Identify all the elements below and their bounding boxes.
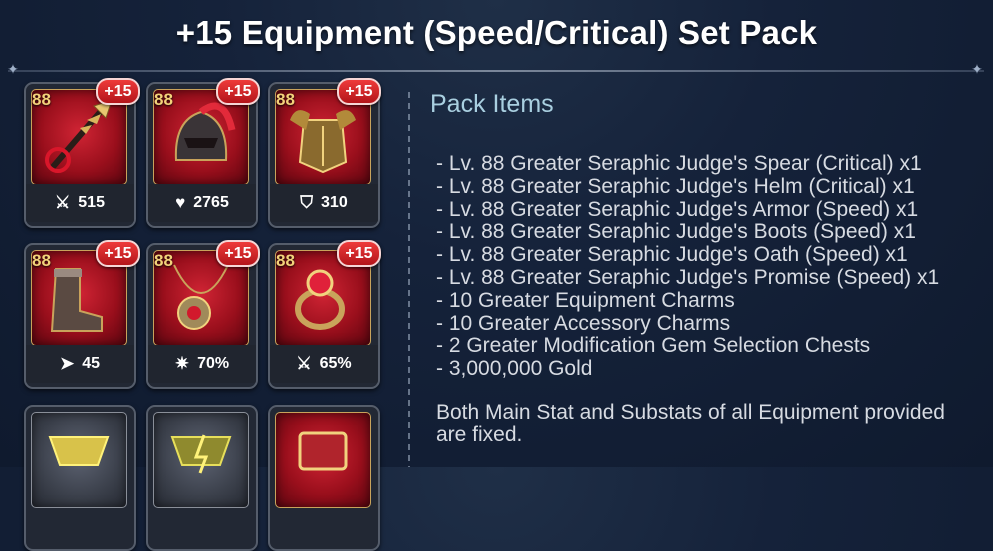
equipment-charm-icon <box>31 412 127 508</box>
speed-arrow-icon: ➤ <box>59 354 75 373</box>
item-level: 88 <box>154 90 173 109</box>
critical-burst-icon: ✷ <box>174 354 190 373</box>
header-divider <box>8 70 984 72</box>
upgrade-badge: +15 <box>96 240 140 267</box>
accessory-charm-card[interactable] <box>146 405 258 551</box>
item-level: 88 <box>32 251 51 270</box>
heart-icon: ♥ <box>175 193 186 212</box>
item-level: 88 <box>276 90 295 109</box>
item-stat: ⛉ 310 <box>270 184 378 222</box>
upgrade-badge: +15 <box>216 78 260 105</box>
upgrade-badge: +15 <box>96 78 140 105</box>
item-stat: ♥ 2765 <box>148 184 256 222</box>
list-item: - 3,000,000 Gold <box>436 357 593 381</box>
item-stat: ⚔ 65% <box>270 345 378 383</box>
list-item: - 10 Greater Accessory Charms <box>436 311 731 335</box>
pack-note: Both Main Stat and Substats of all Equip… <box>436 401 945 446</box>
item-stat: ✷ 70% <box>148 345 256 383</box>
list-item: - 2 Greater Modification Gem Selection C… <box>436 334 871 358</box>
list-item: - Lv. 88 Greater Seraphic Judge's Spear … <box>436 152 922 175</box>
item-level: 88 <box>154 251 173 270</box>
list-item: - Lv. 88 Greater Seraphic Judge's Oath (… <box>436 243 908 267</box>
item-stat: ➤ 45 <box>26 345 134 383</box>
shield-icon: ⛉ <box>300 193 314 212</box>
stat-value: 65% <box>319 355 352 372</box>
upgrade-badge: +15 <box>216 240 260 267</box>
item-level: 88 <box>32 90 51 109</box>
upgrade-badge: +15 <box>337 78 381 105</box>
divider-star-icon: ✦ <box>971 62 983 78</box>
list-item: - Lv. 88 Greater Seraphic Judge's Promis… <box>436 265 940 289</box>
gem-chest-card[interactable] <box>268 405 380 551</box>
pack-items-list: - Lv. 88 Greater Seraphic Judge's Spear … <box>436 152 940 381</box>
chest-icon <box>275 412 371 508</box>
equipment-charm-card[interactable] <box>24 405 136 551</box>
stat-value: 70% <box>197 355 230 372</box>
stat-value: 45 <box>82 355 101 372</box>
list-item: - 10 Greater Equipment Charms <box>436 288 735 312</box>
list-item: - Lv. 88 Greater Seraphic Judge's Helm (… <box>436 174 915 198</box>
stat-value: 310 <box>321 194 348 211</box>
item-stat: ⚔ 515 <box>26 184 134 222</box>
sword-icon: ⚔ <box>55 193 71 212</box>
page-title: +15 Equipment (Speed/Critical) Set Pack <box>175 14 818 51</box>
stat-value: 515 <box>78 194 105 211</box>
list-item: - Lv. 88 Greater Seraphic Judge's Armor … <box>436 197 919 221</box>
accessory-charm-icon <box>153 412 249 508</box>
item-level: 88 <box>276 251 295 270</box>
list-item: - Lv. 88 Greater Seraphic Judge's Boots … <box>436 220 916 244</box>
sword-icon: ⚔ <box>296 354 312 373</box>
pack-items-title: Pack Items <box>430 90 554 118</box>
panel-divider <box>408 92 410 467</box>
stat-value: 2765 <box>193 194 229 211</box>
upgrade-badge: +15 <box>337 240 381 267</box>
